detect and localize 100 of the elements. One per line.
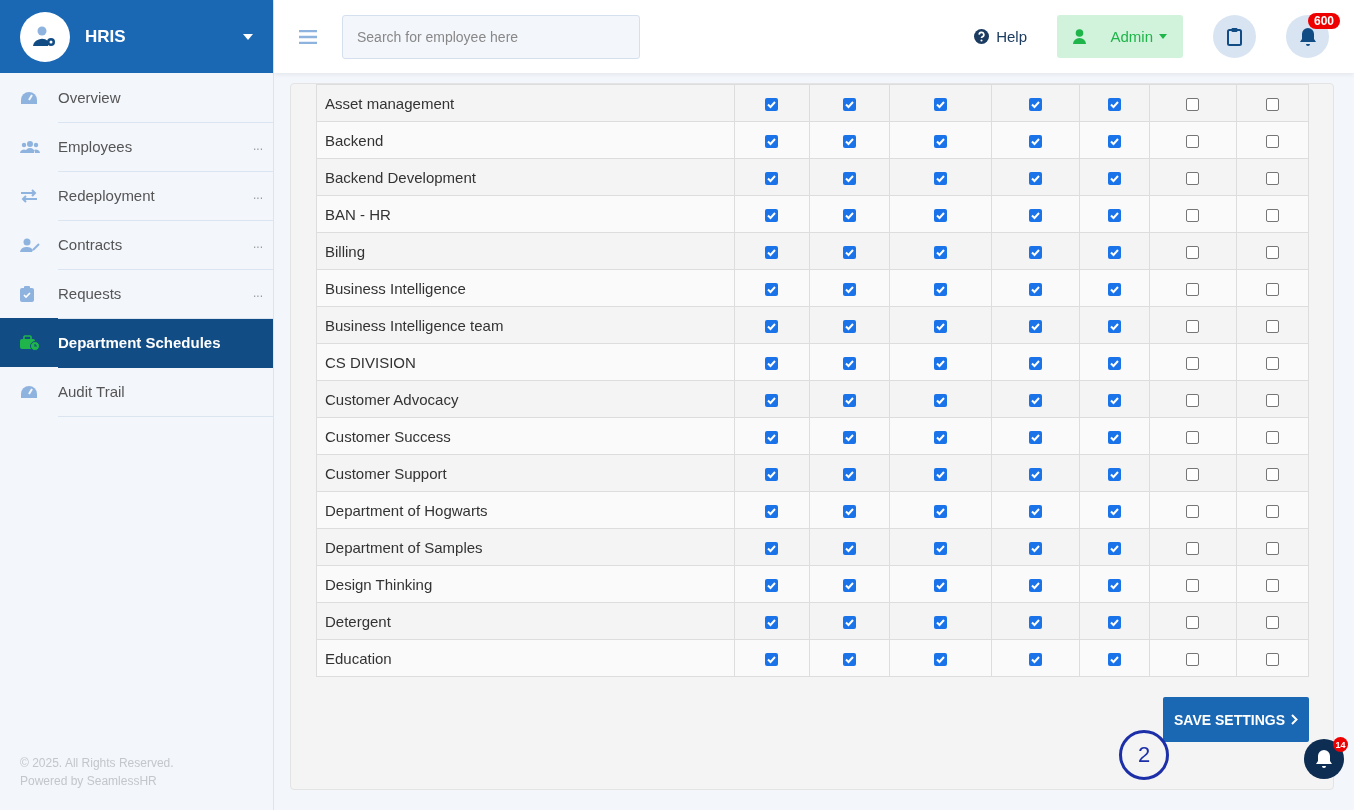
checkbox[interactable]: [843, 468, 857, 482]
checkbox[interactable]: [1108, 283, 1122, 297]
checkbox[interactable]: [1028, 468, 1042, 482]
checkbox[interactable]: [1108, 98, 1122, 112]
save-settings-button[interactable]: SAVE SETTINGS: [1163, 697, 1309, 742]
checkbox[interactable]: [765, 135, 779, 149]
checkbox[interactable]: [1265, 172, 1279, 186]
checkbox[interactable]: [1028, 542, 1042, 556]
checkbox[interactable]: [934, 172, 948, 186]
checkbox[interactable]: [1108, 431, 1122, 445]
checkbox[interactable]: [1108, 505, 1122, 519]
checkbox[interactable]: [1108, 579, 1122, 593]
brand-header[interactable]: HRIS: [0, 0, 273, 73]
checkbox[interactable]: [1108, 209, 1122, 223]
sidebar-item[interactable]: Department Schedules: [0, 318, 273, 367]
checkbox[interactable]: [1108, 320, 1122, 334]
checkbox[interactable]: [1186, 468, 1200, 482]
checkbox[interactable]: [765, 357, 779, 371]
sidebar-item[interactable]: Redeployment ...: [0, 171, 273, 220]
checkbox[interactable]: [1265, 98, 1279, 112]
checkbox[interactable]: [843, 394, 857, 408]
checkbox[interactable]: [765, 579, 779, 593]
sidebar-item[interactable]: Requests ...: [0, 269, 273, 318]
checkbox[interactable]: [765, 653, 779, 667]
checkbox[interactable]: [1028, 394, 1042, 408]
checkbox[interactable]: [843, 283, 857, 297]
checkbox[interactable]: [1028, 505, 1042, 519]
checkbox[interactable]: [1028, 616, 1042, 630]
checkbox[interactable]: [1265, 320, 1279, 334]
checkbox[interactable]: [843, 172, 857, 186]
checkbox[interactable]: [765, 283, 779, 297]
checkbox[interactable]: [1265, 246, 1279, 260]
checkbox[interactable]: [1108, 616, 1122, 630]
sidebar-item[interactable]: Employees ...: [0, 122, 273, 171]
checkbox[interactable]: [765, 542, 779, 556]
checkbox[interactable]: [843, 209, 857, 223]
checkbox[interactable]: [765, 505, 779, 519]
checkbox[interactable]: [1186, 357, 1200, 371]
caret-icon[interactable]: [243, 33, 253, 40]
checkbox[interactable]: [934, 431, 948, 445]
clipboard-button[interactable]: [1213, 15, 1256, 58]
checkbox[interactable]: [1028, 246, 1042, 260]
checkbox[interactable]: [934, 209, 948, 223]
checkbox[interactable]: [843, 542, 857, 556]
checkbox[interactable]: [1028, 283, 1042, 297]
checkbox[interactable]: [1186, 616, 1200, 630]
checkbox[interactable]: [1028, 357, 1042, 371]
checkbox[interactable]: [843, 320, 857, 334]
checkbox[interactable]: [843, 579, 857, 593]
checkbox[interactable]: [765, 209, 779, 223]
checkbox[interactable]: [1186, 505, 1200, 519]
checkbox[interactable]: [934, 357, 948, 371]
checkbox[interactable]: [1265, 394, 1279, 408]
sidebar-item[interactable]: Overview: [0, 73, 273, 122]
checkbox[interactable]: [1108, 135, 1122, 149]
checkbox[interactable]: [1265, 357, 1279, 371]
checkbox[interactable]: [934, 579, 948, 593]
checkbox[interactable]: [1028, 98, 1042, 112]
checkbox[interactable]: [843, 98, 857, 112]
checkbox[interactable]: [1108, 357, 1122, 371]
checkbox[interactable]: [1265, 468, 1279, 482]
checkbox[interactable]: [765, 320, 779, 334]
checkbox[interactable]: [934, 283, 948, 297]
checkbox[interactable]: [843, 246, 857, 260]
checkbox[interactable]: [934, 505, 948, 519]
sidebar-item[interactable]: Contracts ...: [0, 220, 273, 269]
checkbox[interactable]: [934, 135, 948, 149]
checkbox[interactable]: [765, 394, 779, 408]
checkbox[interactable]: [1186, 246, 1200, 260]
checkbox[interactable]: [1265, 579, 1279, 593]
sidebar-item[interactable]: Audit Trail: [0, 367, 273, 416]
checkbox[interactable]: [934, 542, 948, 556]
checkbox[interactable]: [1028, 431, 1042, 445]
help-button[interactable]: Help: [974, 28, 1027, 45]
checkbox[interactable]: [843, 653, 857, 667]
checkbox[interactable]: [1265, 431, 1279, 445]
checkbox[interactable]: [765, 172, 779, 186]
checkbox[interactable]: [1186, 209, 1200, 223]
checkbox[interactable]: [1265, 135, 1279, 149]
checkbox[interactable]: [1186, 394, 1200, 408]
checkbox[interactable]: [1186, 579, 1200, 593]
checkbox[interactable]: [843, 505, 857, 519]
checkbox[interactable]: [843, 616, 857, 630]
checkbox[interactable]: [1265, 542, 1279, 556]
checkbox[interactable]: [843, 135, 857, 149]
search-field[interactable]: Search for employee here: [342, 14, 640, 59]
checkbox[interactable]: [765, 616, 779, 630]
checkbox[interactable]: [934, 394, 948, 408]
checkbox[interactable]: [1028, 135, 1042, 149]
checkbox[interactable]: [765, 98, 779, 112]
checkbox[interactable]: [765, 468, 779, 482]
checkbox[interactable]: [1265, 616, 1279, 630]
checkbox[interactable]: [1186, 653, 1200, 667]
checkbox[interactable]: [1028, 653, 1042, 667]
checkbox[interactable]: [1186, 172, 1200, 186]
checkbox[interactable]: [1028, 172, 1042, 186]
checkbox[interactable]: [765, 431, 779, 445]
checkbox[interactable]: [1108, 172, 1122, 186]
checkbox[interactable]: [934, 98, 948, 112]
checkbox[interactable]: [1186, 542, 1200, 556]
